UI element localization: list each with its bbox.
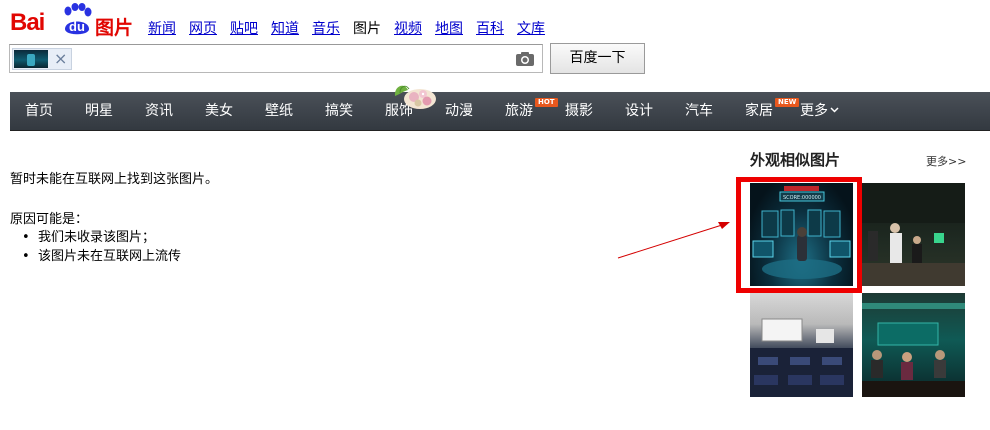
camera-icon[interactable] [515, 51, 535, 67]
cat-funny[interactable]: 搞笑 [325, 92, 353, 130]
topnav-tieba[interactable]: 贴吧 [230, 18, 258, 38]
cat-anime[interactable]: 动漫 [445, 92, 473, 130]
similar-image-thumbnail[interactable] [750, 293, 853, 397]
search-input[interactable]: × [9, 44, 543, 73]
cat-home-decor[interactable]: 家居 [745, 92, 773, 130]
baidu-logo[interactable]: Bai du 图片 [10, 3, 135, 41]
cat-cars[interactable]: 汽车 [685, 92, 713, 130]
logo-du-text: du [69, 19, 85, 34]
highlight-box [736, 177, 862, 293]
search-button[interactable]: 百度一下 [550, 43, 645, 74]
topnav-music[interactable]: 音乐 [312, 18, 340, 38]
cat-stars[interactable]: 明星 [85, 92, 113, 130]
logo-bai-text: Bai [10, 9, 45, 36]
logo-pic-text: 图片 [95, 17, 134, 39]
clear-image-button[interactable]: × [54, 49, 67, 69]
topnav-wenku[interactable]: 文库 [517, 18, 545, 38]
topnav-news[interactable]: 新闻 [148, 18, 176, 38]
top-nav: 新闻 网页 贴吧 知道 音乐 图片 视频 地图 百科 文库 [148, 18, 545, 38]
reason-item: 我们未收录该图片； [22, 228, 181, 247]
query-image-chip: × [12, 48, 72, 70]
cat-travel[interactable]: 旅游 [505, 92, 533, 130]
hot-badge: HOT [535, 98, 558, 107]
cat-news[interactable]: 资讯 [145, 92, 173, 130]
reason-list: 我们未收录该图片； 该图片未在互联网上流传 [22, 228, 181, 266]
band-stage-image [862, 183, 965, 286]
topnav-baike[interactable]: 百科 [476, 18, 504, 38]
topnav-images-current: 图片 [353, 21, 381, 37]
cat-wallpaper[interactable]: 壁纸 [265, 92, 293, 130]
reason-item: 该图片未在互联网上流传 [22, 247, 181, 266]
new-badge: NEW [775, 98, 800, 107]
annotation-arrow-icon [617, 222, 730, 259]
topnav-zhidao[interactable]: 知道 [271, 18, 299, 38]
topnav-map[interactable]: 地图 [435, 18, 463, 38]
similar-images-title: 外观相似图片 [750, 151, 841, 169]
event-crowd-image [862, 303, 965, 397]
cat-more[interactable]: 更多 [800, 92, 839, 130]
cat-design[interactable]: 设计 [625, 92, 653, 130]
flower-decoration-icon [394, 85, 436, 109]
cat-home[interactable]: 首页 [25, 92, 53, 130]
cat-beauty[interactable]: 美女 [205, 92, 233, 130]
reason-heading: 原因可能是： [10, 212, 89, 227]
cat-more-label: 更多 [800, 103, 828, 119]
similar-image-thumbnail[interactable] [862, 183, 965, 286]
lecture-hall-image [750, 318, 853, 397]
not-found-message: 暂时未能在互联网上找到这张图片。 [10, 172, 219, 187]
similar-image-thumbnail[interactable] [862, 293, 965, 397]
category-bar: 首页 明星 资讯 美女 壁纸 搞笑 服饰 动漫 旅游 HOT 摄影 设计 汽车 … [10, 92, 990, 131]
topnav-video[interactable]: 视频 [394, 18, 422, 38]
more-link[interactable]: 更多>> [926, 153, 966, 169]
topnav-web[interactable]: 网页 [189, 18, 217, 38]
chevron-down-icon [830, 107, 839, 113]
query-image-thumbnail [14, 50, 48, 68]
cat-photography[interactable]: 摄影 [565, 92, 593, 130]
